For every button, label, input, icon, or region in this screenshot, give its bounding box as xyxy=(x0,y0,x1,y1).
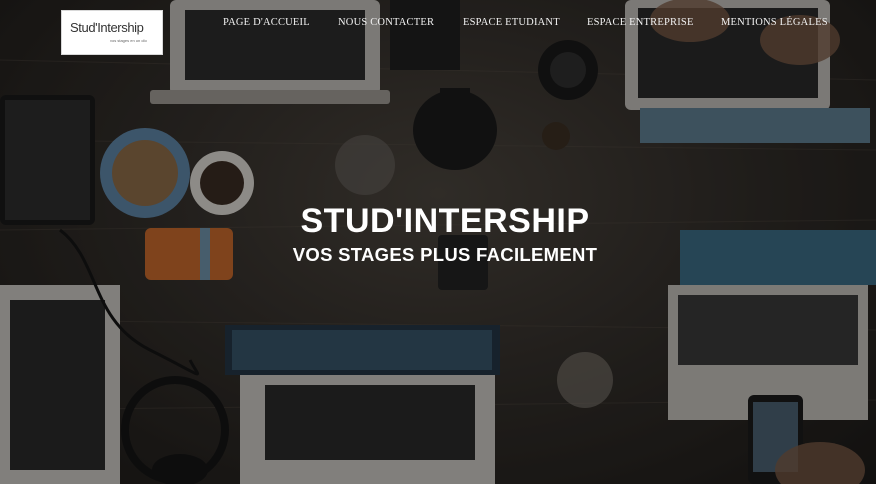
hero-title: STUD'INTERSHIP xyxy=(300,202,590,240)
dark-overlay xyxy=(0,0,876,484)
hero-subtitle: VOS STAGES PLUS FACILEMENT xyxy=(292,244,598,265)
main-navigation: PAGE D'ACCUEIL NOUS CONTACTER ESPACE ETU… xyxy=(210,17,836,33)
logo-tagline: vos stages en un clic xyxy=(110,38,148,43)
nav-link-contact[interactable]: NOUS CONTACTER xyxy=(338,17,434,28)
site-logo[interactable]: Stud'Intership vos stages en un clic xyxy=(61,10,163,55)
nav-link-legal-notices[interactable]: MENTIONS LÉGALES xyxy=(721,17,828,28)
logo-brand-text: Stud'Intership xyxy=(70,20,144,35)
nav-link-student-space[interactable]: ESPACE ETUDIANT xyxy=(463,17,560,28)
nav-link-company-space[interactable]: ESPACE ENTREPRISE xyxy=(587,17,694,28)
nav-link-home[interactable]: PAGE D'ACCUEIL xyxy=(223,17,310,28)
hero-background xyxy=(0,0,876,484)
